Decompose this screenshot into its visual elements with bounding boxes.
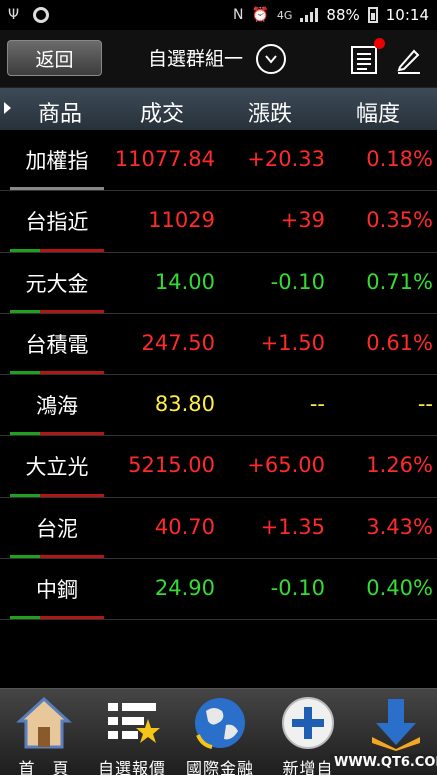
battery-percent: 88% — [326, 6, 360, 24]
expand-arrow-icon[interactable] — [4, 102, 11, 114]
quote-change: +65.00 — [247, 453, 325, 478]
quote-name: 台積電 — [25, 332, 89, 357]
quote-change: -- — [309, 392, 325, 417]
quote-percent: 0.35% — [366, 208, 433, 233]
quote-trend-bar — [10, 555, 104, 559]
app-header: 返回 自選群組一 — [0, 30, 437, 88]
quote-trend-bar — [10, 493, 104, 497]
table-row[interactable]: 中鋼 24.90 -0.10 0.40% — [0, 559, 437, 621]
quote-price: 40.70 — [154, 514, 215, 539]
notification-badge — [374, 38, 385, 49]
quote-price: 247.50 — [141, 330, 215, 355]
quote-change: +1.50 — [260, 330, 325, 355]
news-icon[interactable] — [349, 43, 379, 75]
column-header: 商品 成交 漲跌 幅度 — [0, 88, 437, 130]
quote-price: 5215.00 — [128, 453, 215, 478]
home-icon — [16, 696, 72, 749]
quote-percent: 3.43% — [366, 514, 433, 539]
usb-icon: Ψ — [8, 7, 20, 23]
back-button[interactable]: 返回 — [7, 40, 102, 76]
column-change[interactable]: 漲跌 — [248, 96, 292, 128]
quote-name: 台泥 — [36, 516, 78, 541]
quote-list: 加權指 11077.84 +20.33 0.18% 台指近 11029 +39 0.35% 元大… — [0, 130, 437, 621]
add-icon — [282, 697, 334, 749]
alarm-icon: ⏰ — [251, 7, 269, 23]
quote-change: -0.10 — [270, 576, 325, 601]
network-type-label: 4G — [276, 8, 293, 22]
table-row[interactable]: 大立光 5215.00 +65.00 1.26% — [0, 436, 437, 498]
nfc-icon: N — [232, 7, 244, 23]
nav-home[interactable]: 首 頁 — [0, 689, 88, 775]
quote-name: 台指近 — [25, 210, 89, 235]
quote-trend-bar — [10, 309, 104, 313]
quote-price: 11029 — [148, 208, 215, 233]
signal-icon — [300, 8, 319, 22]
column-percent[interactable]: 幅度 — [356, 96, 400, 128]
quote-trend-bar — [10, 248, 104, 252]
record-icon — [33, 7, 50, 23]
quote-trend-bar — [10, 371, 104, 375]
chevron-down-icon[interactable] — [256, 44, 286, 74]
table-row[interactable]: 台積電 247.50 +1.50 0.61% — [0, 313, 437, 376]
quote-price: 24.90 — [154, 576, 215, 601]
quote-price: 11077.84 — [114, 147, 215, 171]
globe-icon — [195, 698, 245, 749]
nav-watchlist[interactable]: 自選報價 — [88, 689, 176, 775]
quote-percent: 0.18% — [366, 147, 433, 171]
quote-name: 元大金 — [25, 271, 89, 296]
quote-percent: -- — [417, 392, 433, 417]
status-bar: Ψ N ⏰ 4G 88% 10:14 — [0, 0, 437, 30]
nav-home-label: 首 頁 — [18, 759, 70, 775]
table-row[interactable]: 加權指 11077.84 +20.33 0.18% — [0, 130, 437, 192]
nav-global-label: 國際金融 — [185, 759, 254, 775]
edit-icon[interactable] — [394, 43, 424, 75]
quote-price: 14.00 — [154, 269, 215, 294]
quote-percent: 1.26% — [366, 453, 433, 478]
quote-change: +39 — [280, 208, 325, 233]
table-row[interactable]: 鴻海 83.80 -- -- — [0, 375, 437, 437]
table-row[interactable]: 元大金 14.00 -0.10 0.71% — [0, 252, 437, 314]
nav-global[interactable]: 國際金融 — [176, 689, 264, 775]
battery-icon — [367, 7, 378, 23]
table-row[interactable]: 台泥 40.70 +1.35 3.43% — [0, 497, 437, 560]
quote-price: 83.80 — [154, 392, 215, 417]
quote-trend-bar — [10, 616, 104, 620]
group-title[interactable]: 自選群組一 — [148, 44, 243, 71]
quote-name: 中鋼 — [36, 578, 78, 603]
column-price[interactable]: 成交 — [140, 96, 184, 128]
quote-percent: 0.71% — [366, 269, 433, 294]
quote-percent: 0.40% — [366, 576, 433, 601]
quote-change: -0.10 — [270, 269, 325, 294]
quote-change: +1.35 — [260, 514, 325, 539]
quote-name: 鴻海 — [36, 394, 78, 419]
nav-watchlist-label: 自選報價 — [97, 759, 166, 775]
clock: 10:14 — [385, 6, 429, 24]
watermark: WWW.QT6.COM — [330, 754, 437, 771]
quote-name: 加權指 — [25, 149, 89, 173]
quote-trend-bar — [10, 187, 104, 191]
quote-percent: 0.61% — [366, 330, 433, 355]
quote-change: +20.33 — [247, 147, 325, 171]
watchlist-icon — [108, 703, 160, 743]
table-row[interactable]: 台指近 11029 +39 0.35% — [0, 191, 437, 253]
quote-name: 大立光 — [25, 455, 89, 480]
download-icon — [372, 699, 420, 751]
quote-trend-bar — [10, 432, 104, 436]
column-product[interactable]: 商品 — [38, 96, 82, 128]
